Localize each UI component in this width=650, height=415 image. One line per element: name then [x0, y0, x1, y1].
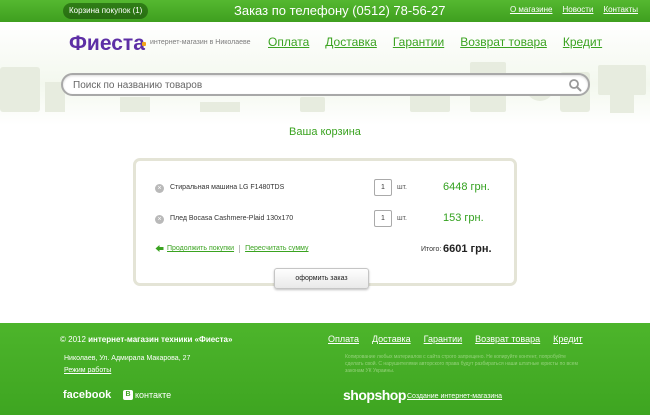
continue-shopping-link[interactable]: Продолжить покупки	[167, 245, 234, 252]
vkontakte-link[interactable]: Bконтакте	[123, 390, 171, 400]
search-icon[interactable]	[568, 78, 582, 92]
logo-dot	[142, 42, 146, 46]
logo[interactable]: Фиеста	[69, 32, 145, 56]
main-nav: Оплата Доставка Гарантии Возврат товара …	[268, 35, 618, 49]
quantity-input[interactable]	[374, 210, 392, 227]
item-name: Стиральная машина LG F1480TDS	[170, 184, 285, 191]
checkout-button[interactable]: оформить заказ	[274, 268, 369, 289]
top-links: О магазине Новости Контакты	[510, 5, 638, 14]
order-phone: Заказ по телефону (0512) 78-56-27	[234, 3, 446, 18]
cart-item-row: × Плед Bocasa Cashmere-Plaid 130x170 шт.…	[136, 208, 514, 230]
top-bar: Корзина покупок (1) Заказ по телефону (0…	[0, 0, 650, 22]
page-title: Ваша корзина	[289, 126, 361, 138]
cart-actions: Продолжить покупки Пересчитать сумму	[155, 244, 309, 253]
total-value: 6601 грн.	[443, 243, 492, 255]
footer-nav-payment[interactable]: Оплата	[328, 334, 359, 344]
header: Фиеста интернет-магазин в Николаеве Опла…	[0, 22, 650, 125]
contacts-link[interactable]: Контакты	[603, 5, 638, 14]
nav-credit[interactable]: Кредит	[563, 35, 602, 49]
total-label: Итого:	[421, 246, 442, 253]
working-hours-link[interactable]: Режим работы	[64, 367, 111, 374]
item-unit: шт.	[397, 215, 407, 222]
item-price: 153 грн.	[443, 212, 484, 224]
footer-nav-credit[interactable]: Кредит	[553, 334, 582, 344]
back-arrow-icon	[155, 245, 164, 252]
cart-item-row: × Стиральная машина LG F1480TDS шт. 6448…	[136, 177, 514, 199]
item-name: Плед Bocasa Cashmere-Plaid 130x170	[170, 215, 294, 222]
nav-delivery[interactable]: Доставка	[325, 35, 377, 49]
search-input[interactable]	[73, 77, 563, 93]
item-price: 6448 грн.	[443, 181, 490, 193]
copyright: © 2012 интернет-магазин техники «Фиеста»	[60, 335, 232, 344]
cart-button[interactable]: Корзина покупок (1)	[63, 3, 149, 19]
footer-nav-delivery[interactable]: Доставка	[372, 334, 411, 344]
remove-item-icon[interactable]: ×	[155, 184, 164, 193]
facebook-link[interactable]: facebook	[63, 389, 111, 401]
remove-item-icon[interactable]: ×	[155, 215, 164, 224]
footer-nav: Оплата Доставка Гарантии Возврат товара …	[328, 334, 596, 344]
developer-link[interactable]: Создание интернет-магазина	[407, 393, 502, 400]
nav-returns[interactable]: Возврат товара	[460, 35, 547, 49]
footer-nav-returns[interactable]: Возврат товара	[475, 334, 540, 344]
vk-label: контакте	[135, 390, 172, 400]
copyright-prefix: © 2012	[60, 335, 89, 344]
footer-nav-warranty[interactable]: Гарантии	[424, 334, 463, 344]
store-address: Николаев, Ул. Адмирала Макарова, 27	[64, 355, 191, 362]
quantity-input[interactable]	[374, 179, 392, 196]
footer: © 2012 интернет-магазин техники «Фиеста»…	[0, 323, 650, 415]
news-link[interactable]: Новости	[562, 5, 593, 14]
tagline: интернет-магазин в Николаеве	[150, 39, 251, 46]
vk-icon: B	[123, 390, 133, 400]
copyright-company: интернет-магазин техники «Фиеста»	[88, 335, 233, 344]
nav-warranty[interactable]: Гарантии	[393, 35, 444, 49]
search-bar	[61, 73, 590, 96]
shopshop-logo[interactable]: shopshop	[343, 387, 406, 403]
cart-panel: × Стиральная машина LG F1480TDS шт. 6448…	[133, 158, 517, 286]
nav-payment[interactable]: Оплата	[268, 35, 309, 49]
about-link[interactable]: О магазине	[510, 5, 553, 14]
legal-notice: Копирование любых материалов с сайта стр…	[345, 354, 578, 374]
recalculate-link[interactable]: Пересчитать сумму	[245, 245, 308, 252]
divider	[239, 244, 241, 253]
item-unit: шт.	[397, 184, 407, 191]
